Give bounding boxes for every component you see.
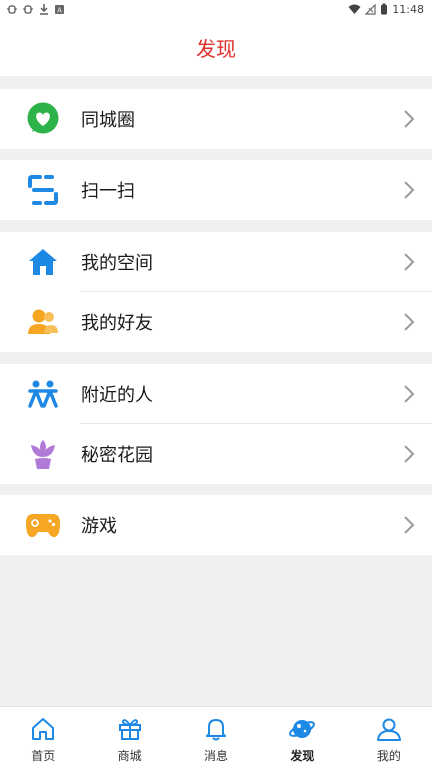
chevron-right-icon bbox=[404, 313, 415, 331]
menu-item-nearby-people[interactable]: 附近的人 bbox=[0, 364, 432, 424]
tab-messages[interactable]: 消息 bbox=[173, 707, 259, 768]
tab-home[interactable]: 首页 bbox=[0, 707, 86, 768]
wifi-icon bbox=[348, 4, 361, 14]
chevron-right-icon bbox=[404, 181, 415, 199]
bug-icon bbox=[7, 5, 17, 14]
signal-icon bbox=[365, 3, 376, 15]
bottom-tab-bar: 首页 商城 消息 发现 我的 bbox=[0, 706, 432, 768]
friends-icon bbox=[24, 303, 62, 341]
group-personal: 我的空间 我的好友 bbox=[0, 232, 432, 352]
status-left-icons: A bbox=[6, 3, 65, 15]
menu-item-label: 秘密花园 bbox=[81, 445, 153, 466]
menu-item-scan[interactable]: 扫一扫 bbox=[0, 160, 432, 220]
header: 发现 bbox=[0, 18, 432, 76]
status-time: 11:48 bbox=[392, 2, 424, 16]
chat-heart-icon bbox=[24, 100, 62, 138]
group-moments: 同城圈 bbox=[0, 89, 432, 149]
status-right-icons: 11:48 bbox=[348, 3, 424, 16]
tab-discover[interactable]: 发现 bbox=[259, 707, 345, 768]
app-icon: A bbox=[55, 4, 64, 14]
scan-icon bbox=[24, 171, 62, 209]
menu-item-label: 我的空间 bbox=[81, 253, 153, 274]
tab-label: 我的 bbox=[376, 749, 401, 763]
group-scan: 扫一扫 bbox=[0, 160, 432, 220]
menu-item-my-space[interactable]: 我的空间 bbox=[0, 232, 432, 292]
user-icon bbox=[375, 715, 403, 743]
status-bar: A 11:48 bbox=[0, 0, 432, 18]
menu-item-label: 扫一扫 bbox=[81, 181, 135, 202]
home-outline-icon bbox=[29, 715, 57, 743]
bug-icon bbox=[23, 5, 33, 14]
menu-item-my-friends[interactable]: 我的好友 bbox=[0, 292, 432, 352]
chevron-right-icon bbox=[404, 445, 415, 463]
tab-mall[interactable]: 商城 bbox=[86, 707, 172, 768]
page-title: 发现 bbox=[196, 36, 236, 61]
tab-label: 发现 bbox=[290, 749, 315, 763]
group-social: 附近的人 秘密花园 bbox=[0, 364, 432, 484]
tab-label: 消息 bbox=[204, 749, 229, 763]
bell-icon bbox=[202, 715, 230, 743]
home-icon bbox=[24, 243, 62, 281]
tab-label: 商城 bbox=[117, 749, 142, 763]
download-icon bbox=[40, 4, 48, 15]
menu-item-label: 游戏 bbox=[81, 516, 117, 537]
nearby-people-icon bbox=[24, 375, 62, 413]
menu-item-games[interactable]: 游戏 bbox=[0, 495, 432, 555]
menu-item-label: 附近的人 bbox=[81, 385, 153, 406]
flower-icon bbox=[24, 435, 62, 473]
battery-icon bbox=[381, 3, 388, 15]
menu-item-city-circle[interactable]: 同城圈 bbox=[0, 89, 432, 149]
tab-label: 首页 bbox=[31, 749, 56, 763]
gamepad-icon bbox=[24, 506, 62, 544]
chevron-right-icon bbox=[404, 516, 415, 534]
menu-item-secret-garden[interactable]: 秘密花园 bbox=[0, 424, 432, 484]
menu-item-label: 同城圈 bbox=[81, 110, 135, 131]
svg-text:A: A bbox=[57, 6, 62, 14]
menu-item-label: 我的好友 bbox=[81, 313, 153, 334]
group-games: 游戏 bbox=[0, 495, 432, 555]
chevron-right-icon bbox=[404, 385, 415, 403]
planet-icon bbox=[288, 715, 316, 743]
gift-icon bbox=[116, 715, 144, 743]
chevron-right-icon bbox=[404, 110, 415, 128]
tab-me[interactable]: 我的 bbox=[346, 707, 432, 768]
chevron-right-icon bbox=[404, 253, 415, 271]
